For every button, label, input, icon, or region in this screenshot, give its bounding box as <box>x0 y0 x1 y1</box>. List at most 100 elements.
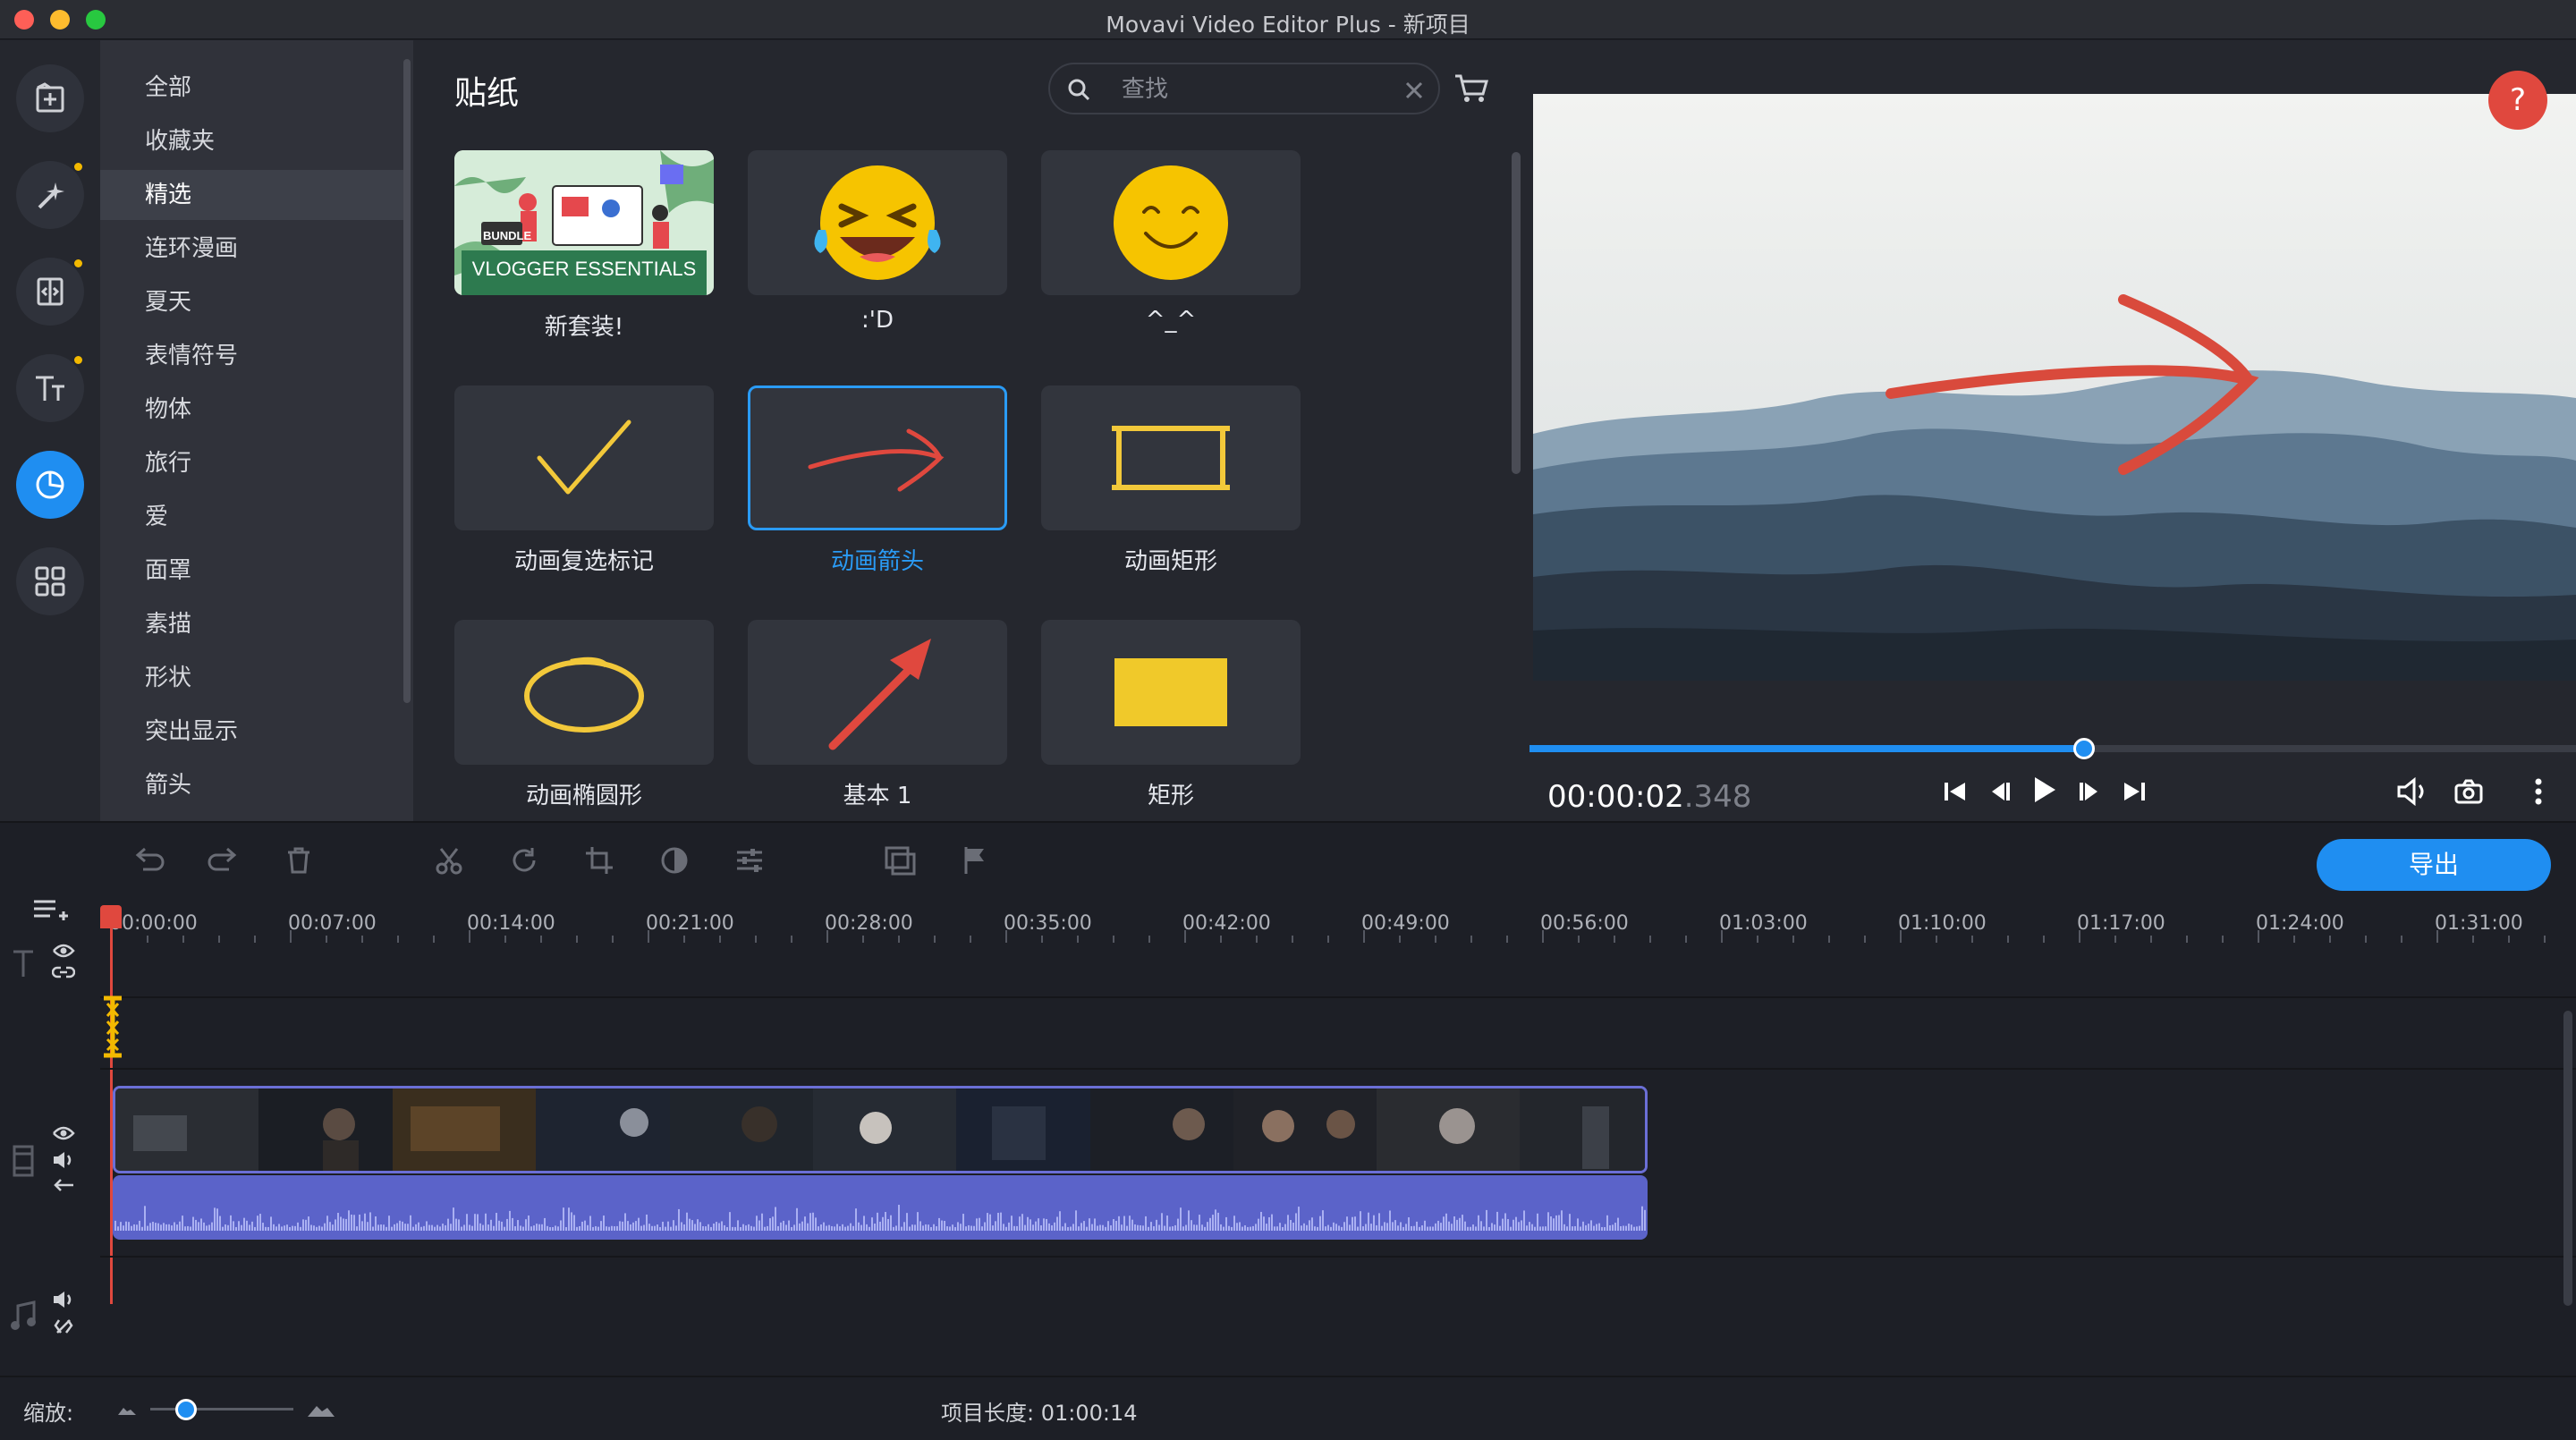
new-badge-dot <box>74 163 82 171</box>
playhead-handle[interactable] <box>100 905 122 928</box>
add-track-icon[interactable] <box>32 896 70 925</box>
ruler-tick-mark <box>1292 936 1293 943</box>
play-button[interactable] <box>2027 772 2063 808</box>
next-frame-button[interactable] <box>2072 774 2107 809</box>
ruler-tick-mark <box>1936 936 1937 943</box>
ruler-tick-mark <box>182 936 184 943</box>
timeline-scrollbar[interactable] <box>2563 1011 2572 1306</box>
clear-search-icon[interactable] <box>1404 80 1424 100</box>
sticker-label: 动画复选标记 <box>513 548 654 575</box>
category-all[interactable]: 全部 <box>100 63 404 113</box>
ruler-tick-mark <box>683 936 685 943</box>
go-to-end-button[interactable] <box>2116 774 2152 809</box>
magic-wand-icon <box>38 182 64 209</box>
ruler-tick-mark <box>1148 936 1150 943</box>
filters-button[interactable] <box>16 161 84 229</box>
category-masks[interactable]: 面罩 <box>100 546 404 596</box>
new-badge-dot <box>74 259 82 267</box>
sticker-label: 动画矩形 <box>1123 548 1217 575</box>
sticker-animated-checkmark[interactable] <box>454 385 714 530</box>
sticker-smile-emoji[interactable] <box>1041 150 1301 295</box>
ruler-tick-mark <box>1399 936 1401 943</box>
transitions-button[interactable] <box>16 258 84 326</box>
sticker-animated-ellipse[interactable] <box>454 620 714 765</box>
sticker-laughing-emoji[interactable] <box>748 150 1007 295</box>
ruler-tick-mark <box>898 936 900 943</box>
playhead-knob[interactable] <box>2073 738 2096 759</box>
unlink-icon[interactable] <box>52 1317 75 1336</box>
zoom-slider-knob[interactable] <box>175 1399 197 1420</box>
window-title: Movavi Video Editor Plus - 新项目 <box>1106 12 1470 38</box>
more-tools-button[interactable] <box>16 547 84 615</box>
sticker-rectangle[interactable] <box>1041 620 1301 765</box>
category-shapes[interactable]: 形状 <box>100 653 404 703</box>
stickers-button[interactable] <box>16 451 84 519</box>
ruler-tick-mark <box>1649 936 1651 943</box>
ruler-tick-label: 01:24:00 <box>2256 912 2344 935</box>
help-button[interactable]: ? <box>2488 71 2547 130</box>
speaker-icon[interactable] <box>52 1290 75 1309</box>
category-emoji[interactable]: 表情符号 <box>100 331 404 381</box>
detach-audio-icon[interactable] <box>52 1177 75 1193</box>
bundle-badge: BUNDLE <box>483 229 531 242</box>
category-featured[interactable]: 精选 <box>100 170 404 220</box>
stickers-scrollbar[interactable] <box>1512 152 1521 474</box>
text-icon <box>36 376 64 401</box>
preview-panel: ? 00:00:02.348 <box>1530 40 2576 821</box>
sticker-animated-arrow[interactable] <box>748 385 1007 530</box>
category-love[interactable]: 爱 <box>100 492 404 542</box>
ruler-tick-mark <box>2007 936 2009 943</box>
category-favorites[interactable]: 收藏夹 <box>100 116 404 166</box>
category-arrows[interactable]: 箭头 <box>100 760 404 810</box>
sticker-animated-rectangle[interactable] <box>1041 385 1301 530</box>
snapshot-button[interactable] <box>2451 774 2487 809</box>
speaker-icon <box>2397 777 2424 806</box>
ruler-tick-label: 00:14:00 <box>467 912 555 935</box>
zoom-slider-track[interactable] <box>150 1408 293 1410</box>
sticker-basic-arrow[interactable] <box>748 620 1007 765</box>
sticker-clip-marker[interactable] <box>100 995 125 1059</box>
category-comics[interactable]: 连环漫画 <box>100 224 404 274</box>
category-summer[interactable]: 夏天 <box>100 277 404 327</box>
diagonal-arrow-icon <box>828 639 931 750</box>
music-track-icon <box>11 1300 36 1330</box>
ruler-tick-mark <box>1005 930 1007 943</box>
search-box[interactable] <box>1048 63 1440 114</box>
ruler-tick-mark <box>1041 936 1043 943</box>
category-travel[interactable]: 旅行 <box>100 438 404 488</box>
link-icon[interactable] <box>52 964 75 980</box>
store-cart-icon[interactable] <box>1453 72 1489 105</box>
category-objects[interactable]: 物体 <box>100 385 404 435</box>
sticker-label: ^_^ <box>1145 307 1197 334</box>
ruler-tick-mark <box>540 936 542 943</box>
transition-icon <box>37 277 64 306</box>
ruler-tick-mark <box>2114 936 2116 943</box>
volume-button[interactable] <box>2395 774 2431 809</box>
zoom-out-icon[interactable] <box>116 1404 138 1417</box>
sticker-bundle-vlogger[interactable]: BUNDLE VLOGGER ESSENTIALS <box>454 150 714 295</box>
ruler-tick-mark <box>1828 936 1830 943</box>
ruler-tick-mark <box>2222 936 2224 943</box>
ruler-tick-mark <box>469 930 470 943</box>
speaker-icon[interactable] <box>52 1150 75 1170</box>
go-to-start-button[interactable] <box>1937 774 1973 809</box>
audio-waveform <box>114 1205 1646 1231</box>
video-clip[interactable] <box>113 1086 1648 1173</box>
time-ruler[interactable]: 00:00:00 00:07:00 00:14:00 00:21:00 00:28:00… <box>0 823 2576 948</box>
ruler-tick-mark <box>1470 936 1472 943</box>
eye-icon[interactable] <box>52 943 75 959</box>
search-input[interactable] <box>1122 73 1390 106</box>
audio-clip[interactable] <box>113 1175 1648 1240</box>
playback-progress-track[interactable] <box>1530 738 2576 759</box>
category-sketch[interactable]: 素描 <box>100 599 404 649</box>
ruler-tick-mark <box>433 936 435 943</box>
zoom-in-icon[interactable] <box>306 1401 336 1419</box>
previous-frame-button[interactable] <box>1982 774 2018 809</box>
more-options-button[interactable] <box>2521 774 2556 809</box>
eye-icon[interactable] <box>52 1125 75 1141</box>
project-length-label: 项目长度: <box>941 1401 1035 1426</box>
category-highlight[interactable]: 突出显示 <box>100 707 404 757</box>
import-files-button[interactable] <box>16 64 84 132</box>
titles-button[interactable] <box>16 354 84 422</box>
category-scrollbar[interactable] <box>403 59 411 703</box>
